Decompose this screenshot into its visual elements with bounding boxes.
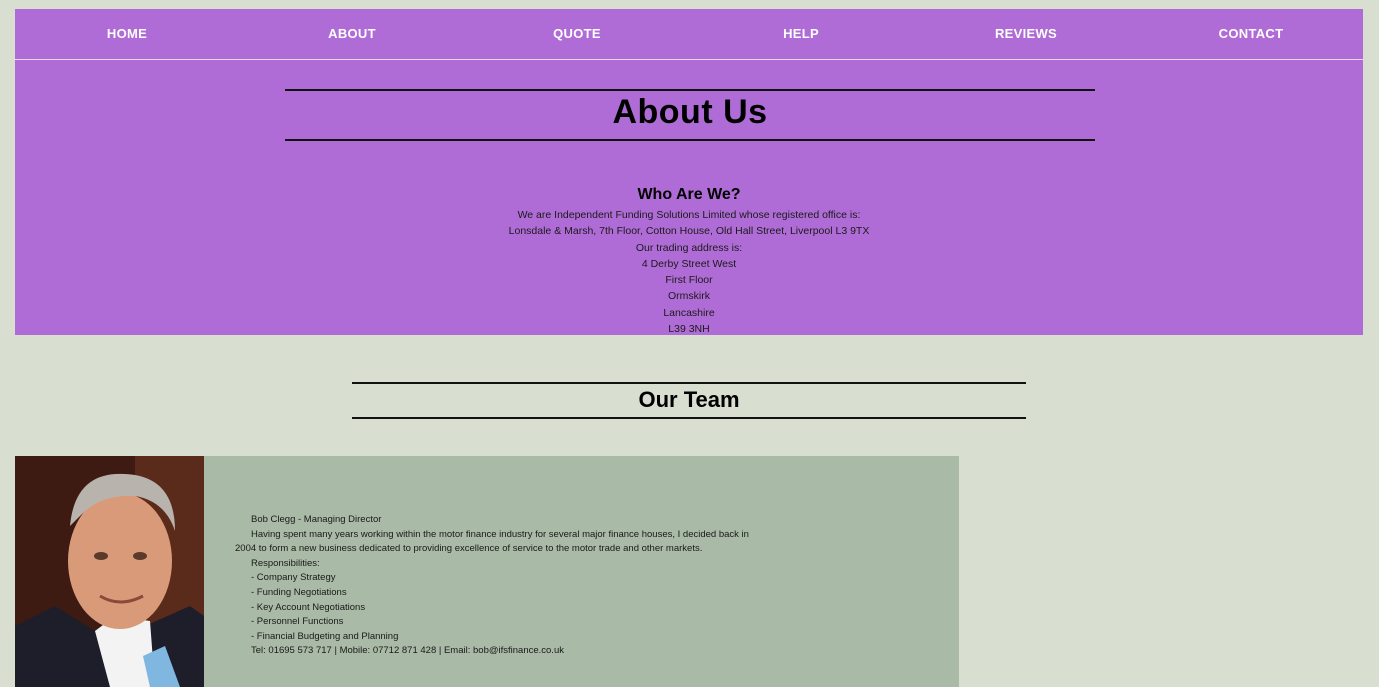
responsibility-item: - Company Strategy <box>251 572 336 584</box>
address-line: Lancashire <box>663 306 715 319</box>
responsibility-item: - Financial Budgeting and Planning <box>251 630 399 642</box>
responsibilities-label: Responsibilities: <box>251 557 320 569</box>
page-title: About Us <box>612 93 768 131</box>
address-line: Ormskirk <box>668 290 710 303</box>
nav-item-home[interactable]: HOME <box>47 26 207 41</box>
address-line: 4 Derby Street West <box>641 257 737 270</box>
nav-item-quote[interactable]: QUOTE <box>497 26 657 41</box>
address-line: First Floor <box>665 274 713 287</box>
header-band: HOME ABOUT QUOTE HELP REVIEWS CONTACT Ab… <box>15 9 1363 335</box>
member-contact: Tel: 01695 573 717 | Mobile: 07712 871 4… <box>251 645 564 657</box>
responsibility-item: - Personnel Functions <box>251 616 344 628</box>
team-rule-top <box>352 382 1026 384</box>
team-rule-bottom <box>352 417 1026 419</box>
team-heading: Our Team <box>638 387 740 412</box>
address-line: L39 3NH <box>668 323 710 336</box>
title-rule-top <box>285 89 1095 91</box>
address-line: We are Independent Funding Solutions Lim… <box>517 209 861 221</box>
responsibility-item: - Funding Negotiations <box>251 586 347 598</box>
title-rule-bottom <box>285 139 1095 141</box>
company-address: We are Independent Funding Solutions Lim… <box>389 207 989 337</box>
nav-item-about[interactable]: ABOUT <box>272 26 432 41</box>
main-nav: HOME ABOUT QUOTE HELP REVIEWS CONTACT <box>15 9 1363 60</box>
nav-item-reviews[interactable]: REVIEWS <box>946 26 1106 41</box>
address-line: Lonsdale & Marsh, 7th Floor, Cotton Hous… <box>508 225 870 238</box>
nav-item-help[interactable]: HELP <box>721 26 881 41</box>
team-member-photo <box>15 456 204 687</box>
address-line: Our trading address is: <box>635 241 743 254</box>
nav-item-contact[interactable]: CONTACT <box>1171 26 1331 41</box>
member-name-role: Bob Clegg - Managing Director <box>251 514 382 525</box>
who-are-we-heading: Who Are We? <box>637 186 741 203</box>
team-member-bio: Bob Clegg - Managing Director Having spe… <box>235 513 755 659</box>
team-member-card: Bob Clegg - Managing Director Having spe… <box>15 456 959 687</box>
responsibility-item: - Key Account Negotiations <box>251 601 366 613</box>
member-bio-text: Having spent many years working within t… <box>235 528 749 555</box>
